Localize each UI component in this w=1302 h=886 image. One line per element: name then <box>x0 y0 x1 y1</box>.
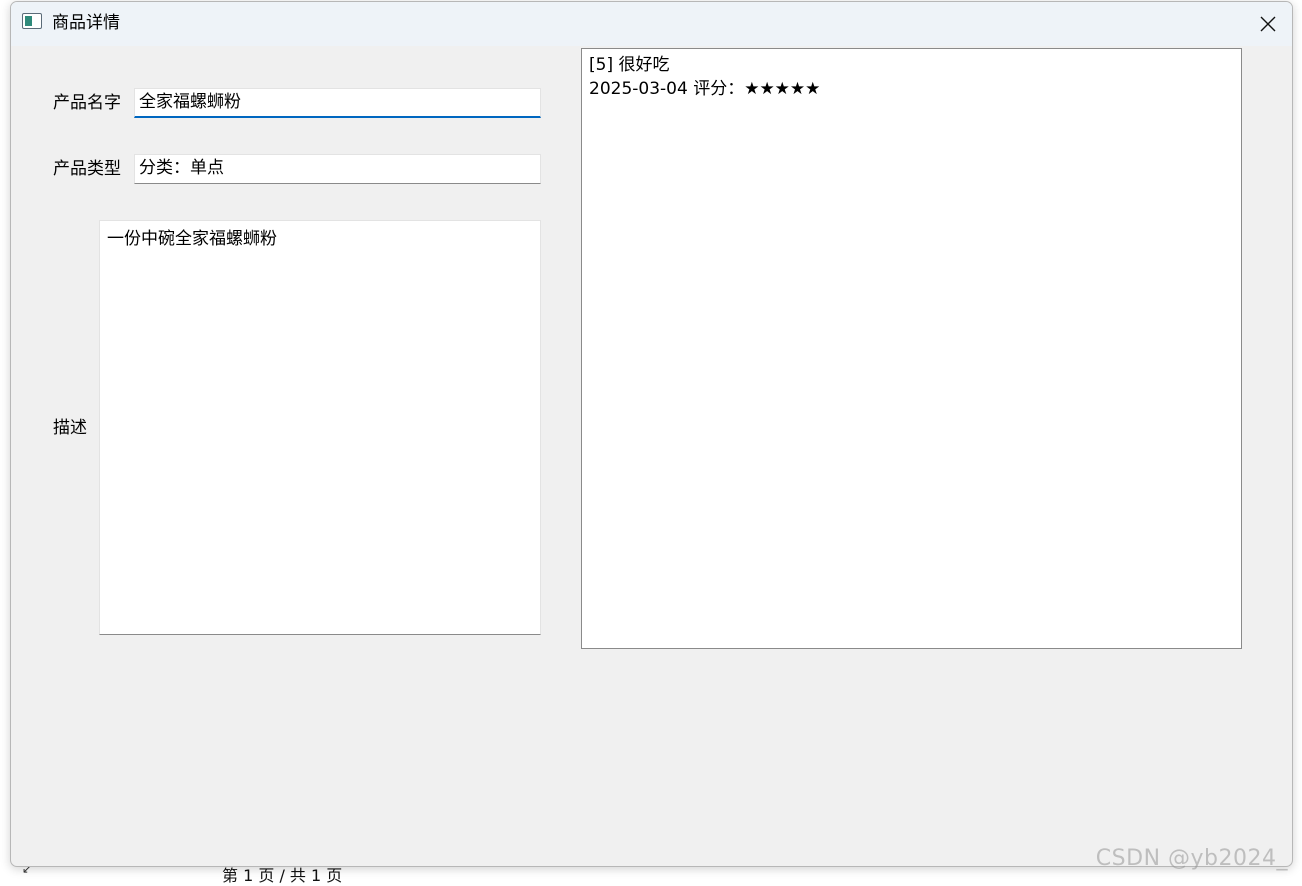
title-bar[interactable]: 商品详情 <box>11 2 1292 46</box>
description-textarea[interactable]: 一份中碗全家福螺蛳粉 <box>99 220 541 635</box>
close-button[interactable] <box>1244 2 1292 46</box>
description-label: 描述 <box>53 417 87 439</box>
product-detail-dialog: 商品详情 产品名字 全家福螺蛳粉 产品类型 分类：单点 描述 一份中碗全家福螺蛳… <box>10 1 1293 867</box>
watermark: CSDN @yb2024_ <box>1096 846 1288 871</box>
product-type-input[interactable]: 分类：单点 <box>134 154 541 184</box>
review-header: [5] 很好吃 <box>589 53 1234 77</box>
background-pager-text: 第 1 页 / 共 1 页 <box>222 866 342 886</box>
product-name-label: 产品名字 <box>53 92 121 114</box>
product-type-label: 产品类型 <box>53 158 121 180</box>
app-window-icon <box>22 13 42 29</box>
window-title: 商品详情 <box>52 12 120 34</box>
review-meta: 2025-03-04 评分：★★★★★ <box>589 77 1234 101</box>
reviews-list[interactable]: [5] 很好吃 2025-03-04 评分：★★★★★ <box>581 48 1242 649</box>
product-name-input[interactable]: 全家福螺蛳粉 <box>134 88 541 118</box>
close-icon <box>1260 16 1276 32</box>
